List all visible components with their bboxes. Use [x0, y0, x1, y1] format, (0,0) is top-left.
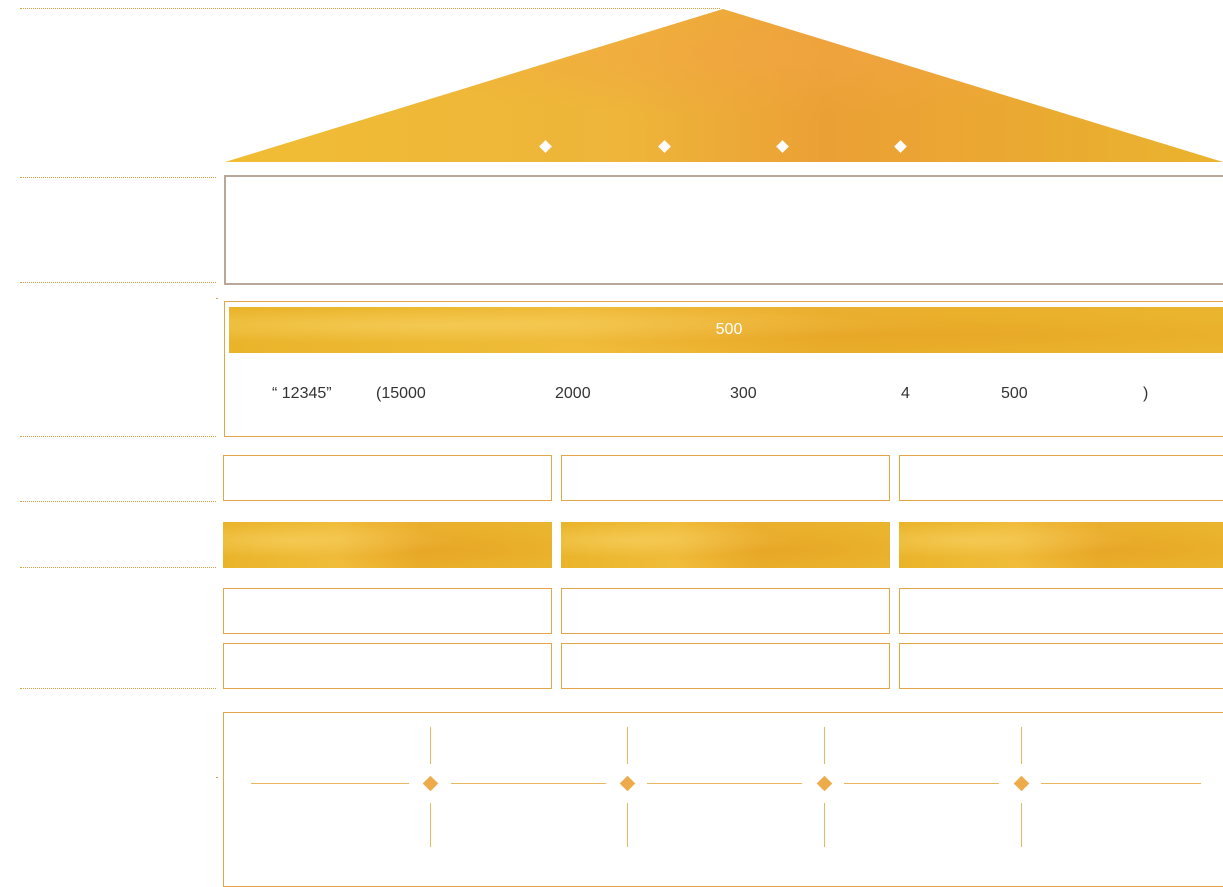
connector-vline-1-bottom [430, 803, 431, 847]
row1-box-1 [223, 455, 552, 501]
value-c: 300 [730, 385, 757, 402]
connector-segment-1 [251, 783, 409, 784]
guide-line-1 [20, 177, 216, 178]
row4-box-2 [561, 643, 890, 689]
connector-segment-3 [647, 783, 802, 784]
banner-bar: 500 [229, 307, 1223, 353]
value-e: 500 [1001, 385, 1028, 402]
connector-vline-3-top [824, 727, 825, 764]
connector-vline-3-bottom [824, 803, 825, 847]
connector-vline-4-bottom [1021, 803, 1022, 847]
code-text: “ 12345” [272, 385, 332, 402]
row1-box-2 [561, 455, 890, 501]
value-b: 2000 [555, 385, 591, 402]
guide-tick-1 [216, 298, 218, 299]
row2-box-2 [561, 522, 890, 568]
row2-box-1 [223, 522, 552, 568]
row3-box-2 [561, 588, 890, 634]
guide-line-4 [20, 501, 216, 502]
row4-box-1 [223, 643, 552, 689]
row1-box-3 [899, 455, 1223, 501]
guide-tick-2 [216, 777, 218, 778]
row4-box-3 [899, 643, 1223, 689]
guide-line-5 [20, 567, 216, 568]
connector-segment-2 [451, 783, 606, 784]
banner-label: 500 [715, 321, 743, 338]
close-paren: ) [1143, 385, 1149, 402]
connector-segment-4 [844, 783, 999, 784]
connector-segment-5 [1041, 783, 1201, 784]
value-a: (15000 [376, 385, 426, 402]
connector-vline-4-top [1021, 727, 1022, 764]
guide-line-3 [20, 436, 216, 437]
base-box [223, 712, 1223, 887]
title-box [224, 175, 1223, 285]
row2-box-3 [899, 522, 1223, 568]
value-d: 4 [901, 385, 910, 402]
guide-line-2 [20, 282, 216, 283]
row3-box-1 [223, 588, 552, 634]
connector-vline-2-bottom [627, 803, 628, 847]
row3-box-3 [899, 588, 1223, 634]
guide-line-6 [20, 688, 216, 689]
connector-vline-1-top [430, 727, 431, 764]
roof-pediment [225, 9, 1223, 162]
connector-vline-2-top [627, 727, 628, 764]
